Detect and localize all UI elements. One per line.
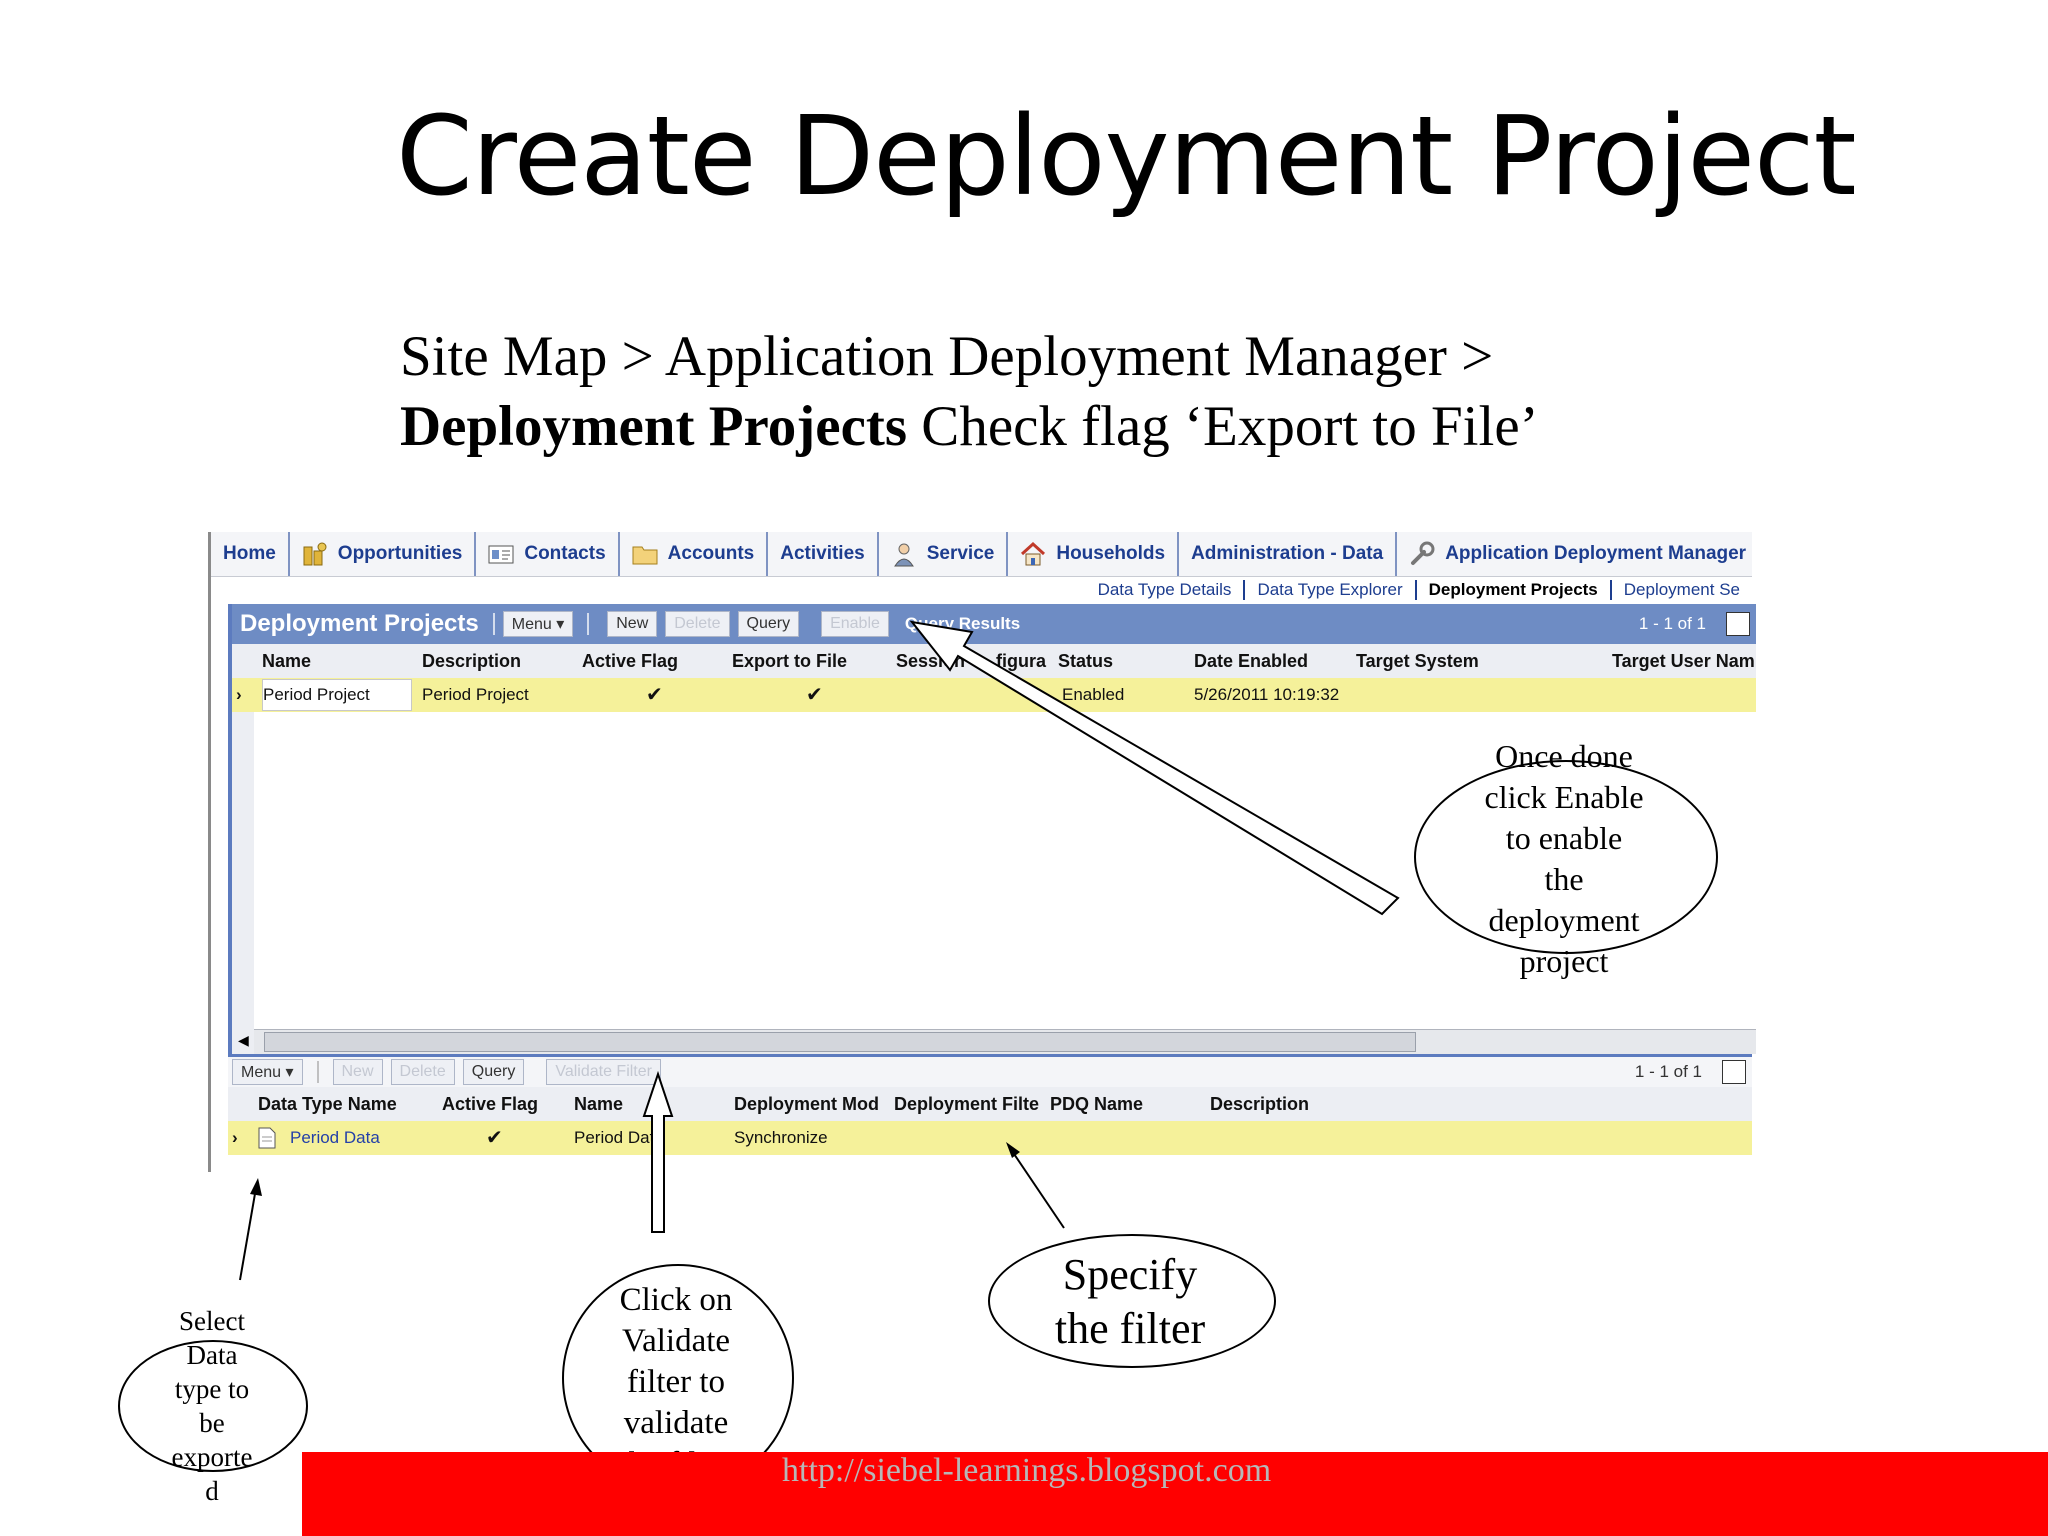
note-line: d xyxy=(205,1476,219,1506)
note-line: Once done xyxy=(1495,738,1633,774)
note-line: to enable xyxy=(1505,820,1623,856)
enable-note-text: Once done click Enable to enable the dep… xyxy=(1464,736,1664,982)
note-line: deployment xyxy=(1488,902,1640,938)
arrow-to-data-type-line xyxy=(239,1187,257,1281)
note-line: Specify xyxy=(1062,1250,1198,1299)
note-line: filter to xyxy=(626,1364,726,1400)
note-line: be xyxy=(199,1408,225,1438)
filter-note-text: Specify the filter xyxy=(1010,1248,1250,1356)
arrow-to-enable xyxy=(909,620,1400,916)
note-line: click Enable xyxy=(1484,779,1644,815)
select-note-text: Select Data type to be exporte d xyxy=(142,1304,282,1508)
arrow-to-filter-line xyxy=(1009,1147,1065,1229)
arrow-to-validate-filter xyxy=(642,1070,674,1233)
note-line: the xyxy=(1544,861,1584,897)
note-line: exporte xyxy=(171,1442,253,1472)
arrow-to-data-type-head xyxy=(250,1178,262,1196)
arrow-to-filter-head xyxy=(1006,1142,1020,1158)
note-line: validate xyxy=(623,1405,729,1441)
note-line: Select xyxy=(179,1306,245,1336)
note-line: Validate xyxy=(621,1323,731,1359)
note-line: Click on xyxy=(619,1282,733,1318)
note-line: Data xyxy=(186,1340,238,1370)
footer-url: http://siebel-learnings.blogspot.com xyxy=(782,1452,1272,1489)
note-line: project xyxy=(1519,943,1609,979)
note-line: type to xyxy=(174,1374,250,1404)
note-line: the filter xyxy=(1054,1304,1206,1353)
